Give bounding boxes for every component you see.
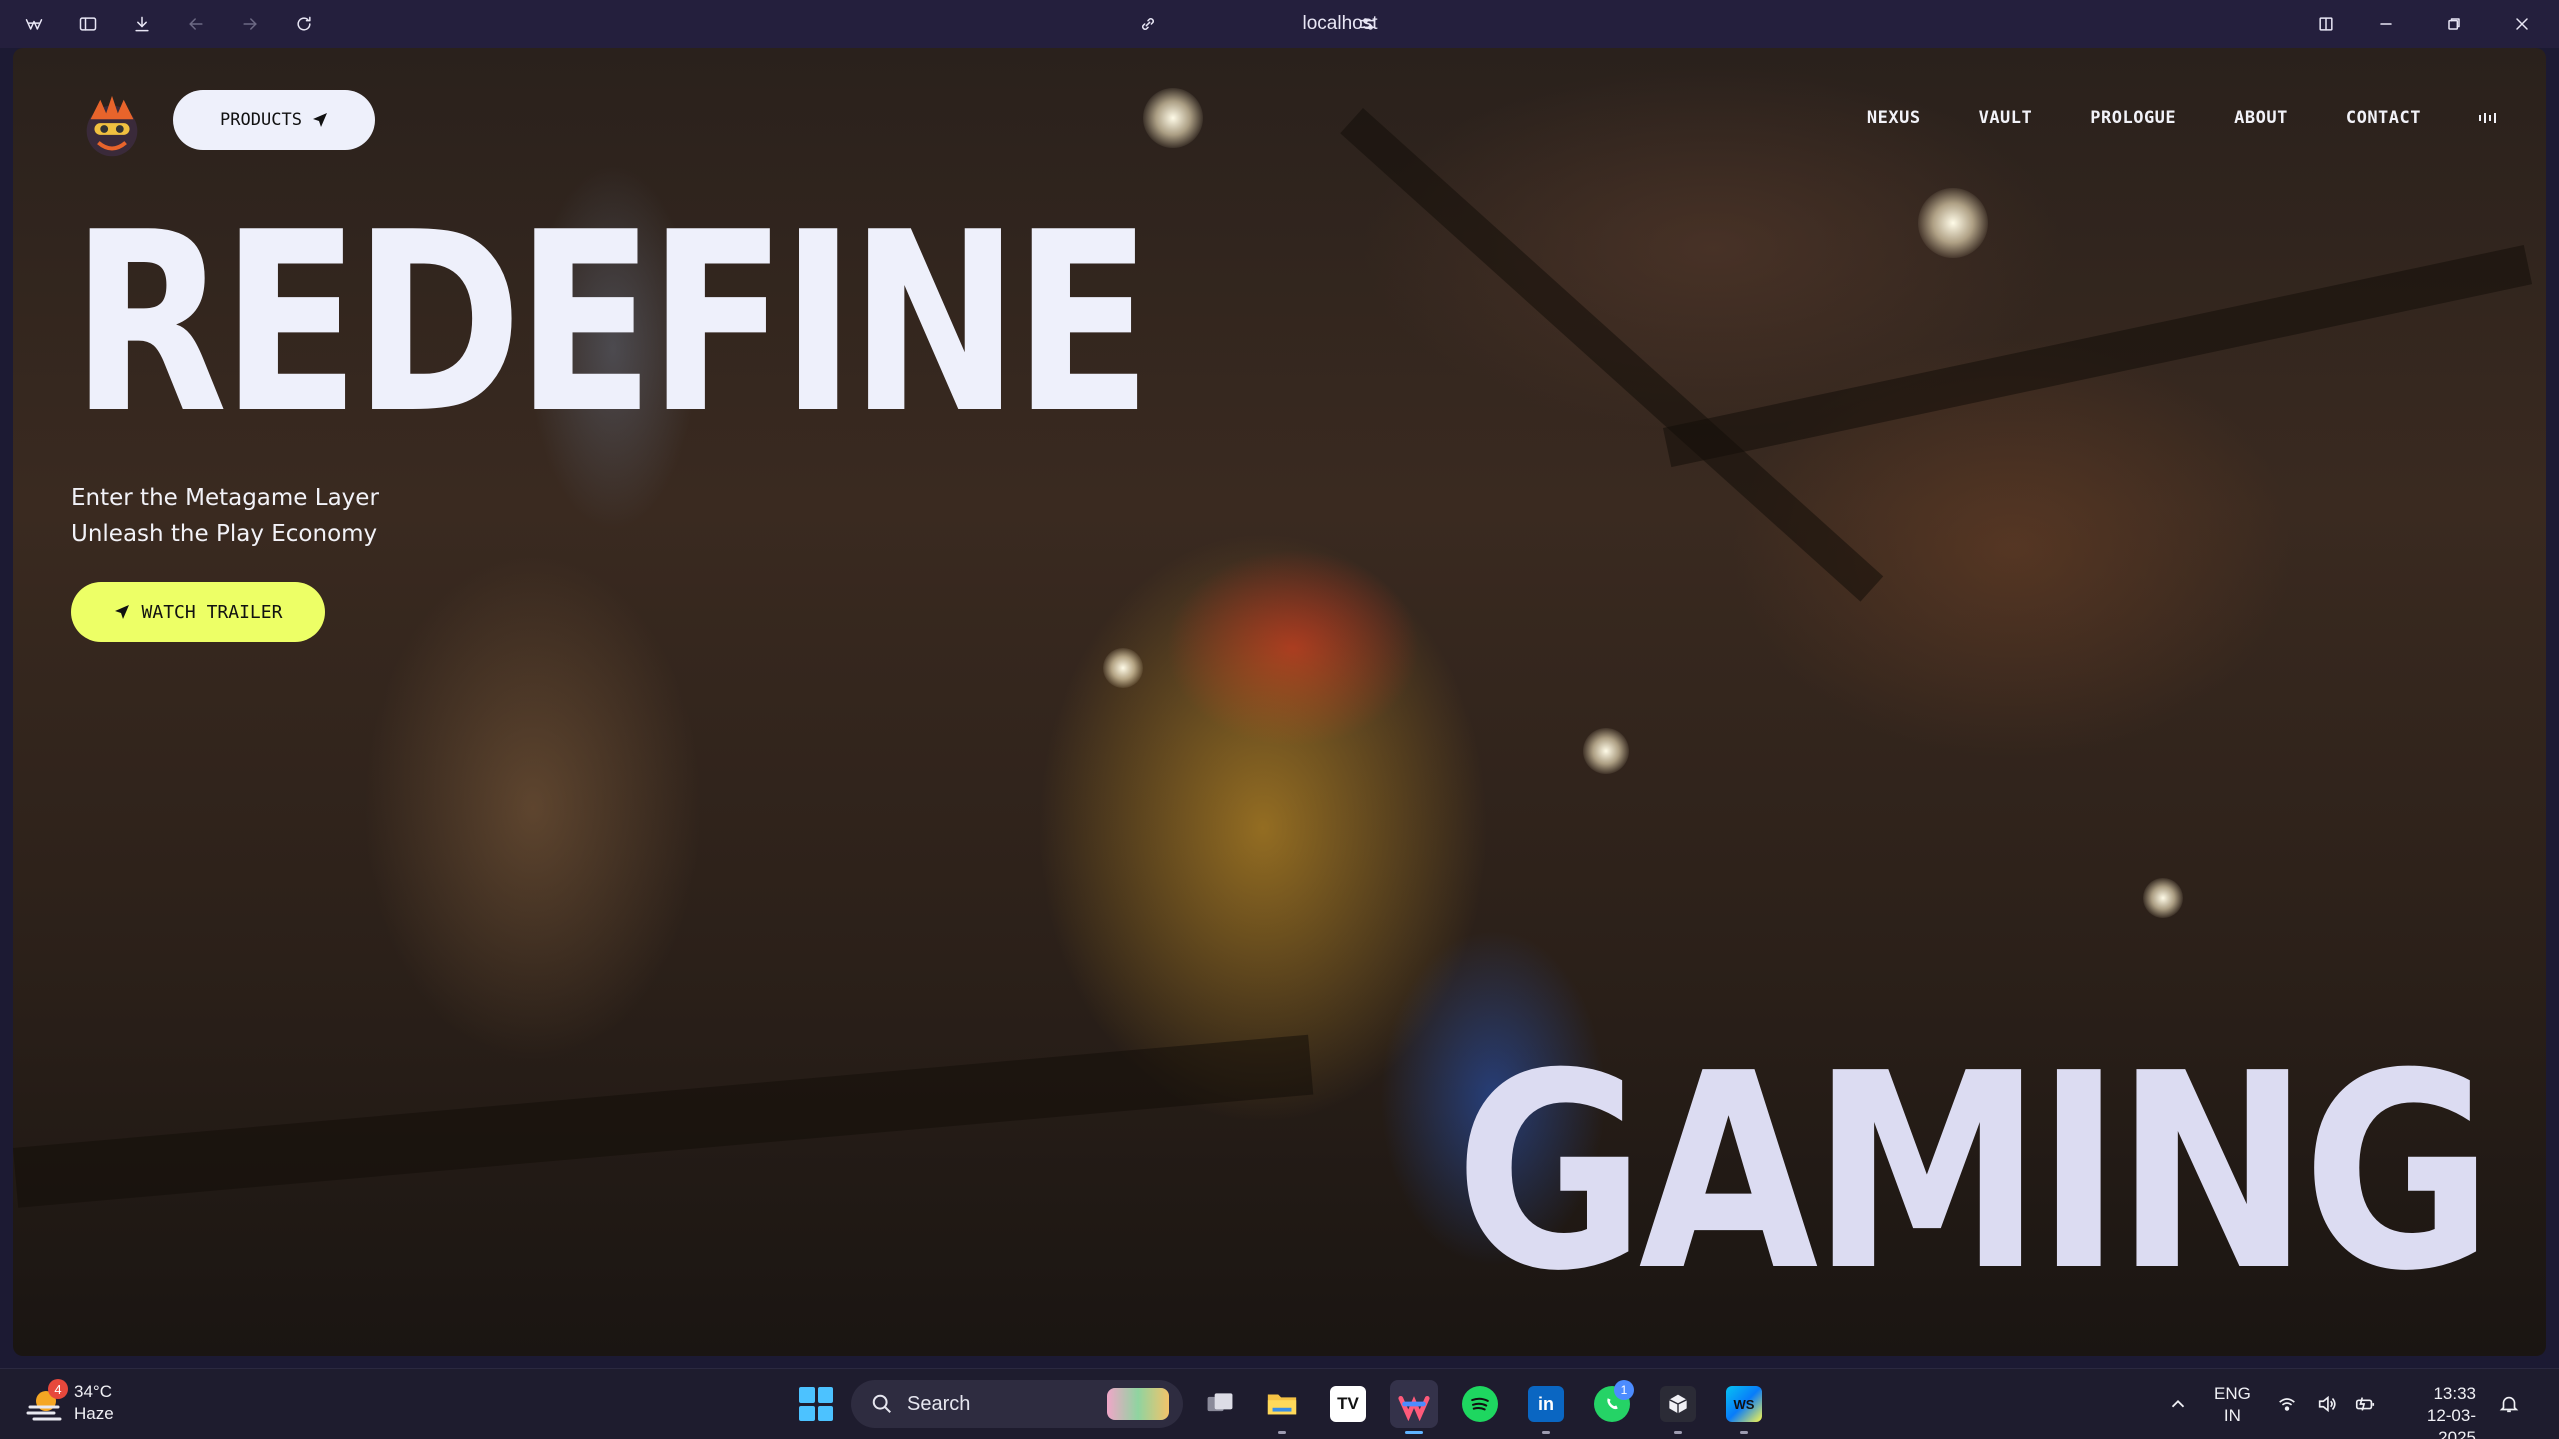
site-settings-icon[interactable] [1352,8,1384,40]
site-logo[interactable] [73,90,151,168]
nav-vault[interactable]: VAULT [1979,108,2033,128]
search-placeholder: Search [907,1392,971,1415]
main-nav: NEXUS VAULT PROLOGUE ABOUT CONTACT [1867,108,2496,128]
language-code: ENG [2214,1384,2251,1403]
webstorm-icon[interactable]: WS [1720,1380,1768,1434]
watch-trailer-label: WATCH TRAILER [141,601,283,623]
watch-trailer-button[interactable]: WATCH TRAILER [71,582,325,642]
start-button[interactable] [795,1383,837,1425]
split-view-icon[interactable] [2310,8,2342,40]
tradingview-icon[interactable]: TV [1324,1380,1372,1428]
sidebar-toggle-icon[interactable] [72,8,104,40]
language-indicator[interactable]: ENG IN [2214,1383,2251,1427]
nav-about[interactable]: ABOUT [2234,108,2288,128]
task-view-icon[interactable] [1196,1380,1244,1428]
arc-browser-icon[interactable] [1390,1380,1438,1434]
reload-icon[interactable] [288,8,320,40]
whatsapp-badge: 1 [1614,1380,1634,1400]
hero-footer-word: GAMING [1454,1015,2493,1330]
wifi-icon[interactable] [2272,1380,2302,1428]
arc-logo-icon[interactable] [18,8,50,40]
spotify-icon[interactable] [1456,1380,1504,1428]
download-icon[interactable] [126,8,158,40]
cube-app-icon[interactable] [1654,1380,1702,1434]
forward-arrow-icon[interactable] [234,8,266,40]
clock-date: 12-03-2025 [2426,1406,2476,1439]
link-icon[interactable] [1132,8,1164,40]
nav-contact[interactable]: CONTACT [2346,108,2421,128]
show-hidden-icons-chevron-icon[interactable] [2154,1380,2202,1428]
tagline-line-1: Enter the Metagame Layer [71,485,379,511]
browser-toolbar: localhost [0,0,2559,48]
close-icon[interactable] [2506,8,2538,40]
audio-indicator-icon[interactable] [2479,108,2496,128]
restore-icon[interactable] [2438,8,2470,40]
notification-bell-icon[interactable] [2494,1380,2524,1428]
search-icon [872,1394,891,1413]
region-code: IN [2223,1406,2241,1425]
volume-icon[interactable] [2312,1380,2342,1428]
nav-nexus[interactable]: NEXUS [1867,108,1921,128]
weather-widget[interactable]: 4 34°C Haze [24,1379,114,1425]
taskbar-search[interactable]: Search [851,1380,1183,1428]
weather-temperature: 34°C [74,1382,112,1401]
minimize-icon[interactable] [2370,8,2402,40]
weather-alert-badge: 4 [48,1379,68,1399]
address-bar[interactable]: localhost [1180,10,1500,38]
weather-condition: Haze [74,1404,114,1423]
nav-prologue[interactable]: PROLOGUE [2090,108,2176,128]
linkedin-icon[interactable]: in [1522,1380,1570,1434]
hero-section: PRODUCTS NEXUS VAULT PROLOGUE ABOUT CONT… [13,48,2546,1356]
system-clock[interactable]: 13:33 12-03-2025 [2396,1383,2476,1439]
hero-tagline: Enter the Metagame Layer Unleash the Pla… [71,480,379,552]
back-arrow-icon[interactable] [180,8,212,40]
products-label: PRODUCTS [220,110,302,130]
search-highlight-icon [1107,1388,1169,1420]
tagline-line-2: Unleash the Play Economy [71,521,378,547]
file-explorer-icon[interactable] [1258,1380,1306,1434]
products-button[interactable]: PRODUCTS [173,90,375,150]
whatsapp-icon[interactable]: 1 [1588,1380,1636,1428]
send-arrow-icon [114,605,129,619]
battery-icon[interactable] [2350,1380,2380,1428]
hero-headline: REDEFINE [71,180,1152,468]
taskbar: 4 34°C Haze Search TV in 1 WS ENG IN 13:… [0,1368,2559,1439]
haze-weather-icon: 4 [24,1379,68,1423]
send-arrow-icon [312,113,327,127]
clock-time: 13:33 [2433,1384,2476,1403]
